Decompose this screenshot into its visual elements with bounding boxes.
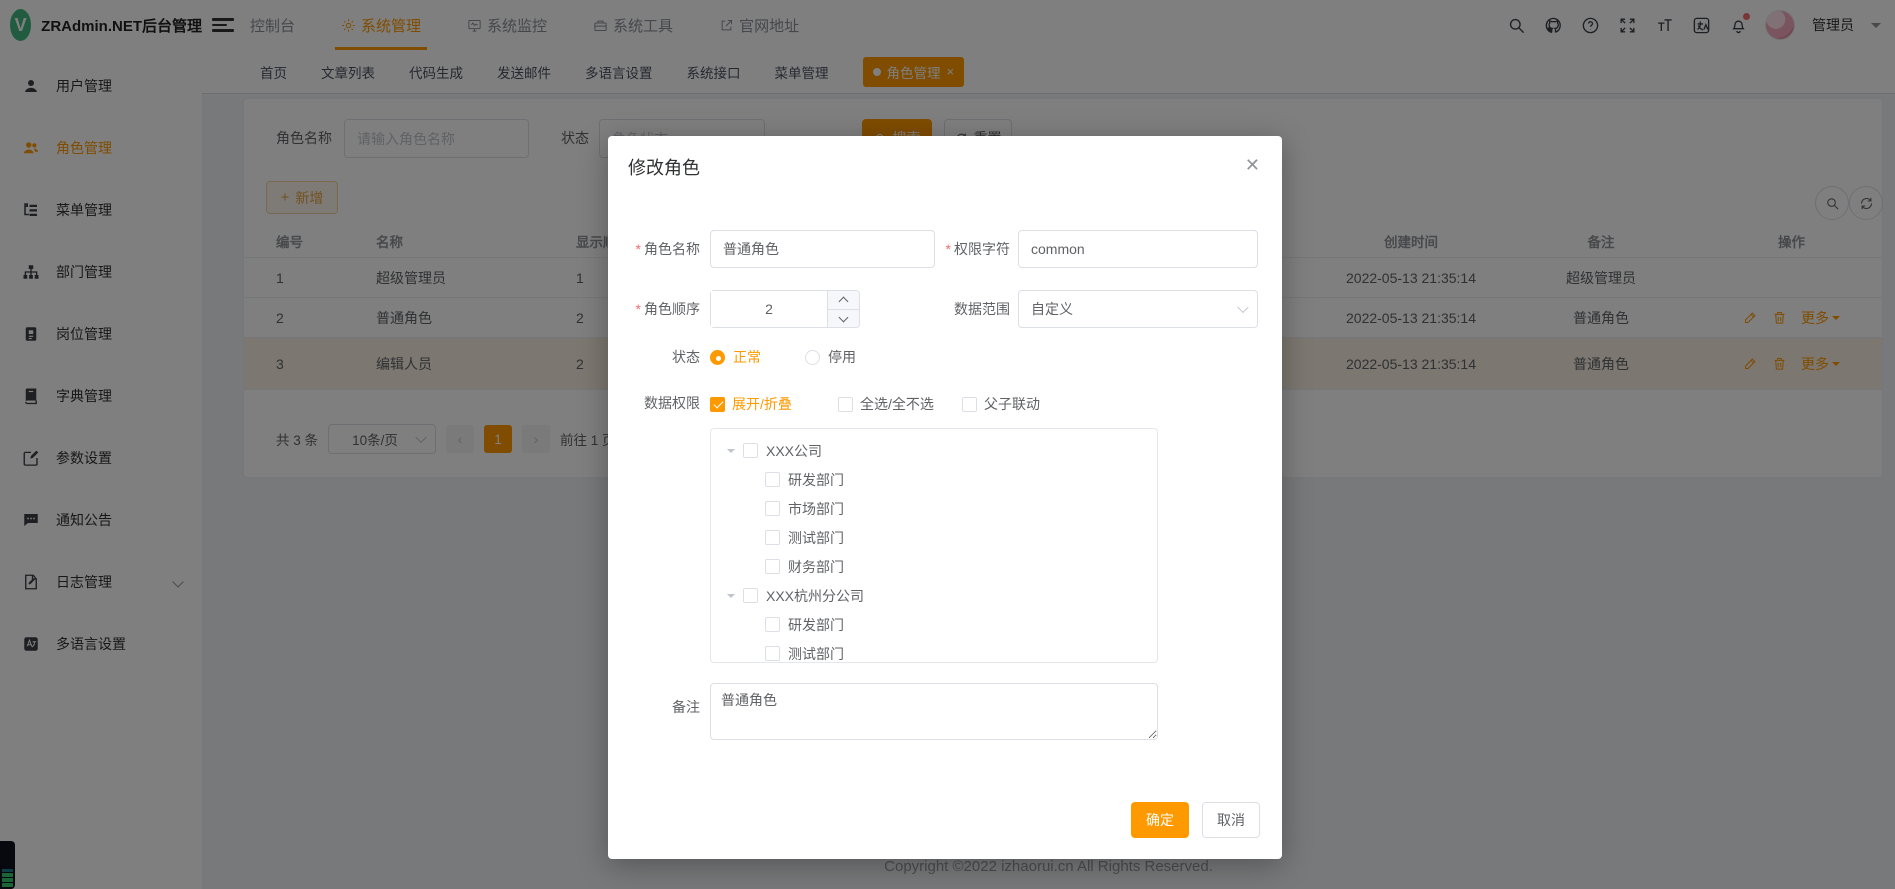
status-label: 状态 (612, 338, 700, 376)
department-tree: XXX公司 研发部门 市场部门 测试部门 财务部门 XXX杭州分公司 (710, 428, 1158, 663)
checkbox-icon[interactable] (765, 501, 780, 516)
role-order-input[interactable] (711, 291, 827, 327)
permission-key-input[interactable] (1018, 230, 1258, 268)
checkbox-icon[interactable] (765, 472, 780, 487)
checkbox-icon[interactable] (765, 559, 780, 574)
data-scope-select[interactable]: 自定义 (1018, 290, 1258, 328)
required-asterisk: * (636, 301, 641, 317)
checkbox-icon (962, 397, 977, 412)
data-permission-label: 数据权限 (612, 384, 700, 422)
tree-node-dept[interactable]: 市场部门 (711, 494, 1157, 523)
tree-node-label: 研发部门 (788, 615, 844, 635)
tree-node-dept[interactable]: 研发部门 (711, 465, 1157, 494)
checkbox-icon[interactable] (765, 617, 780, 632)
chevron-down-icon (1237, 302, 1248, 313)
role-order-stepper (710, 290, 860, 328)
role-order-label: *角色顺序 (612, 290, 700, 328)
tree-node-label: 研发部门 (788, 470, 844, 490)
checkbox-label: 全选/全不选 (860, 394, 934, 414)
dialog-title: 修改角色 (628, 154, 700, 180)
required-asterisk: * (636, 241, 641, 257)
tree-node-label: 财务部门 (788, 557, 844, 577)
edit-role-dialog: 修改角色 ✕ *角色名称 *权限字符 *角色顺序 数据范围 自定义 状态 正常 (608, 136, 1282, 859)
tree-node-dept[interactable]: 研发部门 (711, 610, 1157, 639)
tree-node-label: 测试部门 (788, 644, 844, 664)
dialog-footer: 确定 取消 (1131, 802, 1260, 838)
tree-node-label: XXX杭州分公司 (766, 586, 864, 606)
tree-expand-caret-icon[interactable] (727, 449, 735, 457)
required-asterisk: * (946, 241, 951, 257)
checkbox-icon (838, 397, 853, 412)
checkbox-icon[interactable] (765, 530, 780, 545)
app-root: V ZRAdmin.NET后台管理 控制台 系统管理 系统监控 系统工具 官网 (0, 0, 1895, 889)
checkbox-icon[interactable] (743, 588, 758, 603)
permission-key-label: *权限字符 (922, 230, 1010, 268)
remark-textarea[interactable]: 普通角色 (710, 683, 1158, 740)
checkbox-label: 展开/折叠 (732, 394, 792, 414)
tree-node-dept[interactable]: 财务部门 (711, 552, 1157, 581)
expand-collapse-checkbox[interactable]: 展开/折叠 (710, 394, 792, 414)
tree-node-label: XXX公司 (766, 441, 822, 461)
close-icon[interactable]: ✕ (1245, 156, 1260, 174)
status-normal-radio[interactable]: 正常 (710, 347, 761, 367)
role-name-label: *角色名称 (612, 230, 700, 268)
confirm-button[interactable]: 确定 (1131, 802, 1189, 838)
cancel-button[interactable]: 取消 (1202, 802, 1260, 838)
tree-node-company[interactable]: XXX公司 (711, 436, 1157, 465)
tree-node-dept[interactable]: 测试部门 (711, 639, 1157, 663)
stepper-down-button[interactable] (827, 309, 859, 327)
radio-label: 正常 (733, 347, 761, 367)
stepper-up-button[interactable] (827, 291, 859, 309)
tree-node-branch-company[interactable]: XXX杭州分公司 (711, 581, 1157, 610)
tree-node-dept[interactable]: 测试部门 (711, 523, 1157, 552)
radio-label: 停用 (828, 347, 856, 367)
tree-expand-caret-icon[interactable] (727, 594, 735, 602)
tree-node-label: 测试部门 (788, 528, 844, 548)
radio-icon (805, 350, 820, 365)
radio-icon (710, 350, 725, 365)
data-scope-label: 数据范围 (922, 290, 1010, 328)
select-value: 自定义 (1031, 299, 1073, 319)
tree-node-label: 市场部门 (788, 499, 844, 519)
status-disabled-radio[interactable]: 停用 (805, 347, 856, 367)
checkbox-label: 父子联动 (984, 394, 1040, 414)
parent-child-linkage-checkbox[interactable]: 父子联动 (962, 394, 1040, 414)
remark-label: 备注 (612, 688, 700, 726)
select-all-checkbox[interactable]: 全选/全不选 (838, 394, 934, 414)
checkbox-icon[interactable] (765, 646, 780, 661)
checkbox-icon[interactable] (743, 443, 758, 458)
checkbox-icon (710, 397, 725, 412)
role-name-input[interactable] (710, 230, 935, 268)
